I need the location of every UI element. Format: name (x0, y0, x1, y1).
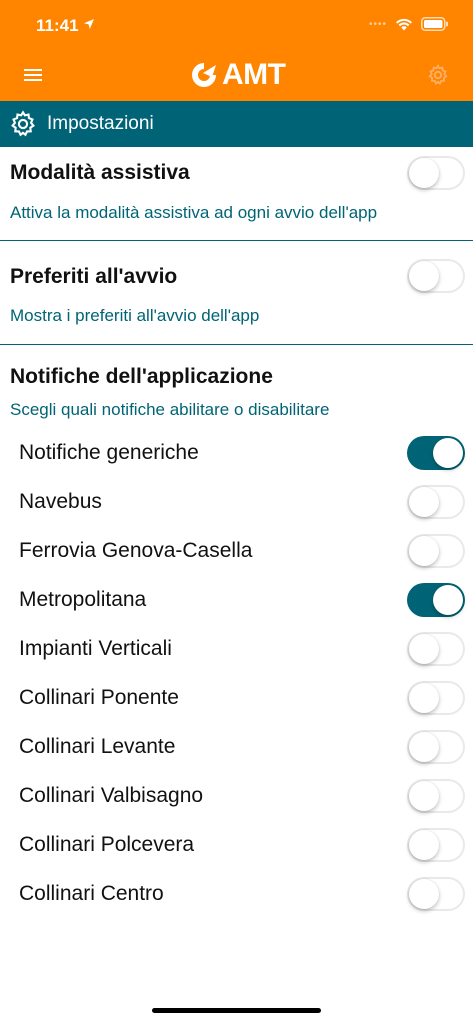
signal-dots-icon: •••• (368, 18, 387, 30)
toggle-knob (409, 830, 439, 860)
wifi-icon (396, 18, 412, 30)
divider (0, 240, 473, 241)
toggle-knob (409, 261, 439, 291)
assistive-mode-title: Modalità assistiva (10, 161, 190, 184)
location-arrow-icon (84, 19, 94, 29)
notification-label: Collinari Levante (19, 735, 176, 758)
toggle-knob (409, 781, 439, 811)
notifications-description: Scegli quali notifiche abilitare o disab… (10, 400, 330, 419)
notification-toggle[interactable] (407, 632, 465, 666)
notification-label: Metropolitana (19, 588, 147, 611)
notification-label: Ferrovia Genova-Casella (19, 539, 253, 562)
notification-label: Collinari Centro (19, 882, 164, 905)
gear-icon (11, 110, 35, 137)
status-icons: •••• (369, 17, 449, 31)
notification-label: Collinari Ponente (19, 686, 179, 709)
battery-icon (421, 17, 448, 31)
notification-label: Collinari Polcevera (19, 833, 195, 856)
notification-toggle[interactable] (407, 828, 465, 862)
toggle-knob (433, 438, 463, 468)
toggle-knob (409, 683, 439, 713)
toggle-knob (433, 585, 463, 615)
favorites-startup-title: Preferiti all'avvio (10, 265, 178, 288)
notification-toggle[interactable] (407, 436, 465, 470)
toggle-knob (409, 879, 439, 909)
notification-label: Navebus (19, 490, 102, 513)
status-time: 11:41 (36, 16, 79, 35)
notification-toggle[interactable] (407, 485, 465, 519)
notification-label: Impianti Verticali (19, 637, 172, 660)
menu-icon[interactable] (24, 68, 42, 82)
notification-toggle[interactable] (407, 681, 465, 715)
settings-gear-icon[interactable] (427, 64, 449, 86)
logo-text: AMT (222, 58, 286, 91)
notification-label: Collinari Valbisagno (19, 784, 204, 807)
amt-logo: AMT (190, 58, 286, 92)
favorites-startup-toggle[interactable] (407, 259, 465, 293)
notification-label: Notifiche generiche (19, 441, 199, 464)
home-indicator (152, 1008, 321, 1013)
assistive-mode-toggle[interactable] (407, 156, 465, 190)
app-bar: 11:41 •••• AMT (0, 0, 473, 101)
toggle-knob (409, 634, 439, 664)
notifications-title: Notifiche dell'applicazione (10, 365, 273, 388)
divider (0, 344, 473, 345)
toggle-knob (409, 732, 439, 762)
notification-toggle[interactable] (407, 583, 465, 617)
toggle-knob (409, 487, 439, 517)
section-title: Impostazioni (47, 113, 154, 134)
section-header: Impostazioni (0, 101, 473, 147)
notification-toggle[interactable] (407, 730, 465, 764)
toggle-knob (409, 158, 439, 188)
favorites-startup-description: Mostra i preferiti all'avvio dell'app (10, 306, 260, 325)
notification-toggle[interactable] (407, 534, 465, 568)
toggle-knob (409, 536, 439, 566)
amt-logo-icon (192, 63, 216, 87)
notification-toggle[interactable] (407, 779, 465, 813)
notification-toggle[interactable] (407, 877, 465, 911)
assistive-mode-description: Attiva la modalità assistiva ad ogni avv… (10, 203, 378, 222)
